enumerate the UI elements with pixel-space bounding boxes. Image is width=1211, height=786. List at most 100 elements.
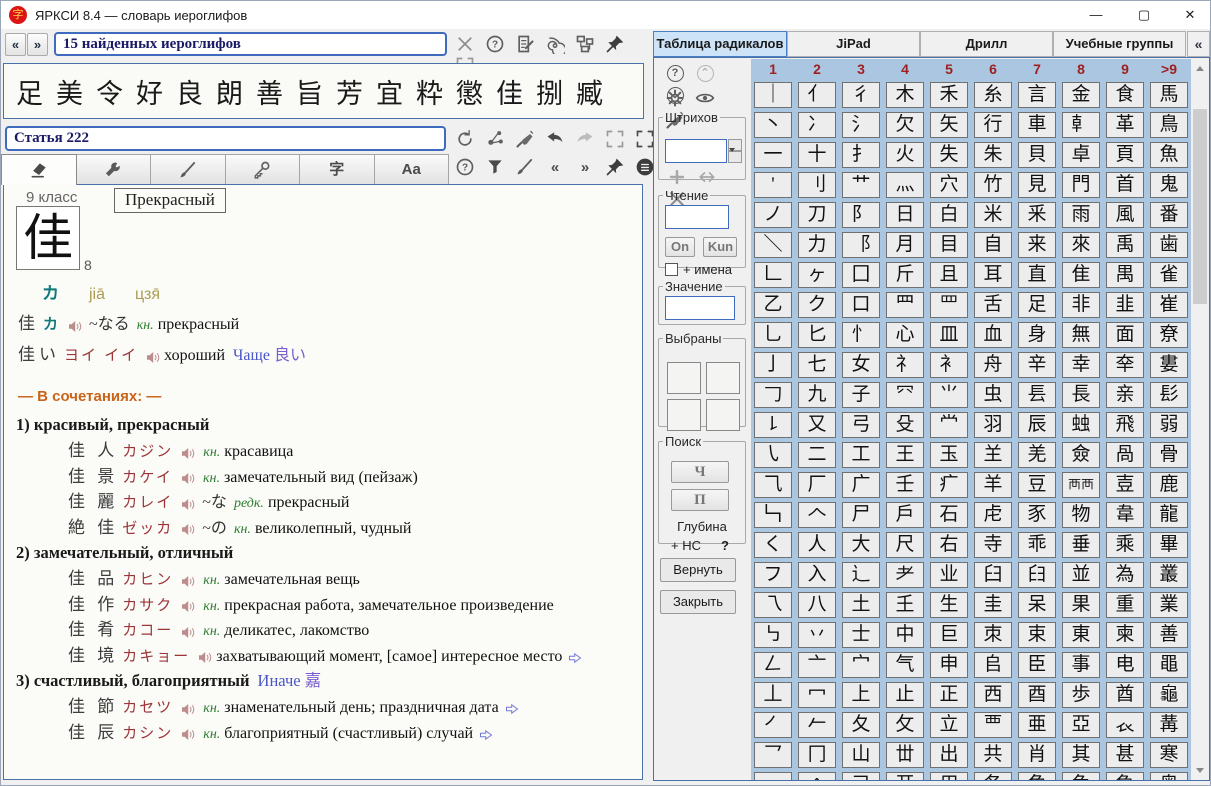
radical-cell[interactable]: 韭 xyxy=(1106,292,1144,318)
radical-cell[interactable]: 冂 xyxy=(798,742,836,768)
radical-cell[interactable]: 𠃊 xyxy=(754,262,792,288)
help-icon[interactable]: ? xyxy=(453,157,477,179)
radical-cell[interactable]: 鳥 xyxy=(1150,112,1188,138)
radical-cell[interactable]: 𠂤 xyxy=(974,652,1012,678)
panel-tab[interactable]: Учебные группы xyxy=(1053,31,1186,57)
radical-cell[interactable]: 㚔 xyxy=(1106,352,1144,378)
radical-cell[interactable]: 龸 xyxy=(930,412,968,438)
speaker-icon[interactable] xyxy=(181,517,195,543)
molecule-icon[interactable] xyxy=(483,129,507,151)
radical-cell[interactable]: 木 xyxy=(886,82,924,108)
compound-kana[interactable]: カサク xyxy=(122,597,173,614)
alt-kanji-link[interactable]: 良い xyxy=(274,347,306,364)
radical-cell[interactable]: 歩 xyxy=(1062,682,1100,708)
radical-cell[interactable]: 舌 xyxy=(974,292,1012,318)
compound-kanji[interactable]: 佳 品 xyxy=(68,569,118,588)
radical-cell[interactable]: 來 xyxy=(1062,232,1100,258)
speaker-icon[interactable] xyxy=(181,619,195,645)
usage-note[interactable]: Чаще xyxy=(233,347,270,364)
compound-kanji[interactable]: 佳 景 xyxy=(68,467,118,486)
radical-cell[interactable]: 耳 xyxy=(974,262,1012,288)
radical-cell[interactable]: 厂 xyxy=(798,472,836,498)
radical-cell[interactable]: 疒 xyxy=(930,472,968,498)
radical-cell[interactable]: 垂 xyxy=(1062,532,1100,558)
scroll-up-icon[interactable] xyxy=(1196,66,1204,71)
compound-kana[interactable]: カシン xyxy=(122,725,173,742)
article-tab-eraser[interactable] xyxy=(1,154,77,185)
radical-cell[interactable]: 寒 xyxy=(1150,742,1188,768)
radical-cell[interactable]: 夂 xyxy=(842,712,880,738)
radical-cell[interactable]: 士 xyxy=(842,622,880,648)
radical-cell[interactable]: ⺄ xyxy=(754,472,792,498)
radical-cell[interactable]: 丷 xyxy=(798,622,836,648)
depth-help[interactable]: ? xyxy=(721,538,729,553)
pin-icon[interactable] xyxy=(603,34,627,56)
radical-cell[interactable]: 弱 xyxy=(1150,412,1188,438)
radical-cell[interactable]: ク xyxy=(798,292,836,318)
radical-cell[interactable]: 攵 xyxy=(886,712,924,738)
radical-cell[interactable]: 酋 xyxy=(1106,682,1144,708)
compound-kanji[interactable]: 佳 作 xyxy=(68,595,118,614)
radical-cell[interactable]: 广 xyxy=(842,472,880,498)
selected-slot[interactable] xyxy=(706,362,740,394)
result-kanji[interactable]: 美 xyxy=(56,72,83,111)
radical-cell[interactable]: ＼ xyxy=(754,232,792,258)
history-back-button[interactable]: « xyxy=(5,33,26,56)
search-p-button[interactable]: П xyxy=(671,489,729,511)
radical-cell[interactable]: 止 xyxy=(886,682,924,708)
radical-cell[interactable]: 亠 xyxy=(798,652,836,678)
radical-cell[interactable]: 甚 xyxy=(1106,742,1144,768)
speaker-icon[interactable] xyxy=(181,594,195,620)
radical-cell[interactable]: 又 xyxy=(798,412,836,438)
radical-cell[interactable]: 禺 xyxy=(1106,262,1144,288)
radical-cell[interactable]: 面 xyxy=(1106,322,1144,348)
radical-cell[interactable]: 用 xyxy=(930,772,968,780)
reading-input[interactable] xyxy=(665,205,729,229)
speaker-icon[interactable] xyxy=(181,696,195,722)
radical-cell[interactable]: フ xyxy=(754,562,792,588)
scroll-down-icon[interactable] xyxy=(1196,768,1204,773)
compound-kana[interactable]: カヒン xyxy=(122,571,173,588)
radical-cell[interactable]: 朱 xyxy=(974,142,1012,168)
radical-cell[interactable]: 宀 xyxy=(842,652,880,678)
radical-cell[interactable]: 阝 xyxy=(842,202,880,228)
names-checkbox[interactable] xyxy=(665,263,678,276)
compound-kana[interactable]: ゼッカ xyxy=(122,520,173,537)
radical-cell[interactable]: 穴 xyxy=(930,172,968,198)
radical-cell[interactable]: 丶 xyxy=(754,112,792,138)
radical-cell[interactable]: 食 xyxy=(1106,82,1144,108)
radical-cell[interactable]: 口 xyxy=(842,292,880,318)
result-kanji[interactable]: 善 xyxy=(256,72,283,111)
radical-cell[interactable]: 气 xyxy=(886,652,924,678)
radical-cell[interactable]: 𠃋 xyxy=(754,652,792,678)
result-kanji[interactable]: 懲 xyxy=(456,72,483,111)
brush2-icon[interactable] xyxy=(513,157,537,179)
close-button[interactable]: ✕ xyxy=(1169,1,1211,29)
radical-cell[interactable]: 髟 xyxy=(1150,382,1188,408)
radical-cell[interactable]: 首 xyxy=(1106,172,1144,198)
radical-cell[interactable]: 大 xyxy=(842,532,880,558)
radical-cell[interactable]: 共 xyxy=(974,742,1012,768)
radical-cell[interactable]: 刀 xyxy=(798,202,836,228)
radical-cell[interactable]: 果 xyxy=(1062,592,1100,618)
on-reading[interactable]: カ xyxy=(43,316,60,333)
radical-cell[interactable]: 鹿 xyxy=(1150,472,1188,498)
radical-cell[interactable]: 石 xyxy=(930,502,968,528)
radical-cell[interactable]: 雨 xyxy=(1062,202,1100,228)
radical-cell[interactable]: 直 xyxy=(1018,262,1056,288)
result-kanji[interactable]: 芳 xyxy=(336,72,363,111)
hc-label[interactable]: + НС xyxy=(671,538,701,553)
radical-cell[interactable]: 土 xyxy=(842,592,880,618)
radical-cell[interactable]: 長 xyxy=(1062,382,1100,408)
radical-cell[interactable]: 且 xyxy=(930,262,968,288)
result-kanji[interactable]: 令 xyxy=(96,72,123,111)
radical-cell[interactable]: 骨 xyxy=(1150,442,1188,468)
radical-cell[interactable]: 矢 xyxy=(930,112,968,138)
radical-cell[interactable]: 匕 xyxy=(798,322,836,348)
radical-cell[interactable]: 玉 xyxy=(930,442,968,468)
radical-cell[interactable]: 灬 xyxy=(886,172,924,198)
radical-cell[interactable]: 壬 xyxy=(886,472,924,498)
expand-icon[interactable] xyxy=(603,129,627,151)
meaning-input[interactable] xyxy=(665,296,735,320)
radical-cell[interactable]: 欠 xyxy=(886,112,924,138)
